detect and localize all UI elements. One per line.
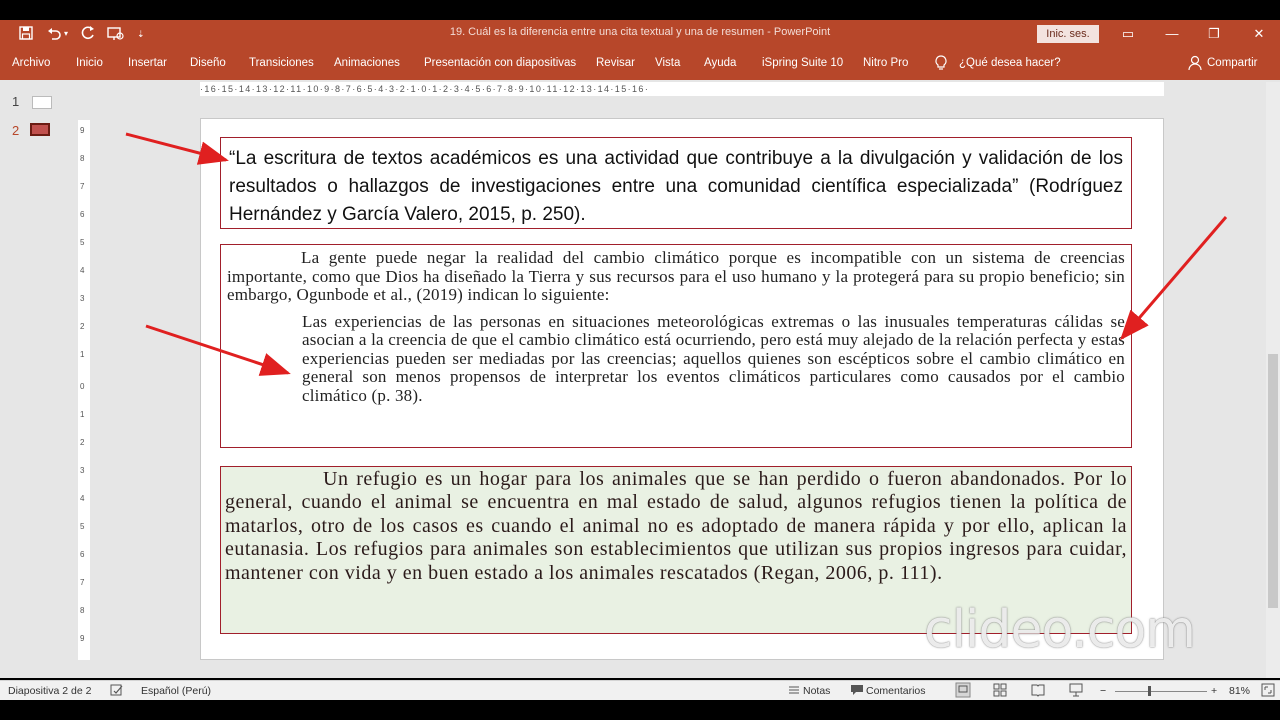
tab-insertar[interactable]: Insertar	[128, 57, 167, 69]
zoom-out-icon[interactable]: −	[1100, 685, 1106, 697]
spellcheck-icon[interactable]	[110, 683, 124, 700]
quote-textbox-2[interactable]: La gente puede negar la realidad del cam…	[220, 244, 1132, 448]
zoom-slider-handle[interactable]	[1148, 686, 1151, 696]
tell-me-search[interactable]: ¿Qué desea hacer?	[959, 57, 1061, 69]
ruler-mark: 9	[80, 126, 85, 135]
tab-vista[interactable]: Vista	[655, 57, 680, 69]
ruler-mark: 3	[80, 466, 85, 475]
minimize-icon[interactable]: —	[1162, 25, 1182, 43]
close-icon[interactable]: ✕	[1249, 25, 1269, 43]
ruler-mark: 5	[80, 522, 85, 531]
lightbulb-icon	[934, 55, 948, 74]
quote-textbox-1[interactable]: “La escritura de textos académicos es un…	[220, 137, 1132, 229]
reading-view-icon[interactable]	[1031, 683, 1045, 700]
ribbon-display-icon[interactable]: ▭	[1118, 25, 1138, 43]
ruler-mark: 3	[80, 294, 85, 303]
ruler-mark: 0	[80, 382, 85, 391]
ruler-mark: 4	[80, 494, 85, 503]
ruler-mark: 8	[80, 606, 85, 615]
sign-in-button[interactable]: Inic. ses.	[1037, 25, 1099, 43]
tab-nitro[interactable]: Nitro Pro	[863, 57, 908, 69]
bottom-letterbox	[0, 700, 1280, 720]
ruler-mark: 7	[80, 182, 85, 191]
vertical-scrollbar[interactable]	[1266, 82, 1280, 678]
ruler-mark: 9	[80, 634, 85, 643]
ribbon-tabs: Archivo Inicio Insertar Diseño Transicio…	[0, 48, 1280, 80]
ruler-mark: 1	[80, 350, 85, 359]
ruler-mark: 2	[80, 322, 85, 331]
ruler-mark: 1	[80, 410, 85, 419]
ruler-mark: 6	[80, 550, 85, 559]
zoom-level[interactable]: 81%	[1229, 685, 1250, 697]
notes-button[interactable]: Notas	[803, 685, 830, 697]
tab-transiciones[interactable]: Transiciones	[249, 57, 314, 69]
sorter-view-icon[interactable]	[993, 683, 1007, 700]
intro-paragraph: La gente puede negar la realidad del cam…	[227, 248, 1125, 304]
ruler-mark: 8	[80, 154, 85, 163]
restore-icon[interactable]: ❐	[1204, 25, 1224, 43]
tab-ayuda[interactable]: Ayuda	[704, 57, 736, 69]
slide-thumbnail-1[interactable]	[32, 96, 52, 109]
tab-ispring[interactable]: iSpring Suite 10	[762, 57, 843, 69]
tab-presentacion[interactable]: Presentación con diapositivas	[424, 57, 576, 69]
slide-info: Diapositiva 2 de 2	[8, 685, 92, 697]
ruler-mark: 4	[80, 266, 85, 275]
share-button[interactable]: Compartir	[1207, 57, 1257, 69]
tab-inicio[interactable]: Inicio	[76, 57, 103, 69]
share-icon[interactable]	[1188, 55, 1202, 74]
clideo-watermark: clideo.com	[924, 600, 1196, 660]
ruler-mark: 6	[80, 210, 85, 219]
notes-icon[interactable]	[788, 684, 800, 699]
tab-revisar[interactable]: Revisar	[596, 57, 635, 69]
zoom-in-icon[interactable]: +	[1211, 685, 1217, 697]
thumbnail-pane: 1 2	[0, 80, 66, 678]
tab-animaciones[interactable]: Animaciones	[334, 57, 400, 69]
slide-number-1: 1	[12, 94, 20, 109]
slide-thumbnail-2[interactable]	[30, 123, 50, 136]
tab-diseno[interactable]: Diseño	[190, 57, 226, 69]
ruler-mark: 2	[80, 438, 85, 447]
vertical-ruler: 9 8 7 6 5 4 3 2 1 0 1 2 3 4 5 6 7 8 9	[78, 120, 90, 660]
title-bar: ▾ ⇣ 19. Cuál es la diferencia entre una …	[0, 20, 1280, 48]
fit-slide-icon[interactable]	[1261, 683, 1275, 700]
status-bar: Diapositiva 2 de 2 Español (Perú) Notas …	[0, 680, 1280, 700]
ruler-mark: 7	[80, 578, 85, 587]
block-quote: Las experiencias de las personas en situ…	[302, 311, 1125, 405]
horizontal-ruler: ·16·15·14·13·12·11·10·9·8·7·6·5·4·3·2·1·…	[200, 82, 1164, 96]
zoom-slider-track[interactable]	[1115, 691, 1207, 692]
ruler-mark: 5	[80, 238, 85, 247]
language-status[interactable]: Español (Perú)	[141, 685, 211, 697]
scrollbar-thumb[interactable]	[1268, 354, 1278, 608]
slideshow-view-icon[interactable]	[1069, 683, 1083, 700]
slide-number-2: 2	[12, 123, 20, 138]
tab-archivo[interactable]: Archivo	[12, 57, 50, 69]
normal-view-icon[interactable]	[955, 682, 971, 701]
comments-button[interactable]: Comentarios	[866, 685, 926, 697]
comments-icon[interactable]	[850, 684, 864, 699]
